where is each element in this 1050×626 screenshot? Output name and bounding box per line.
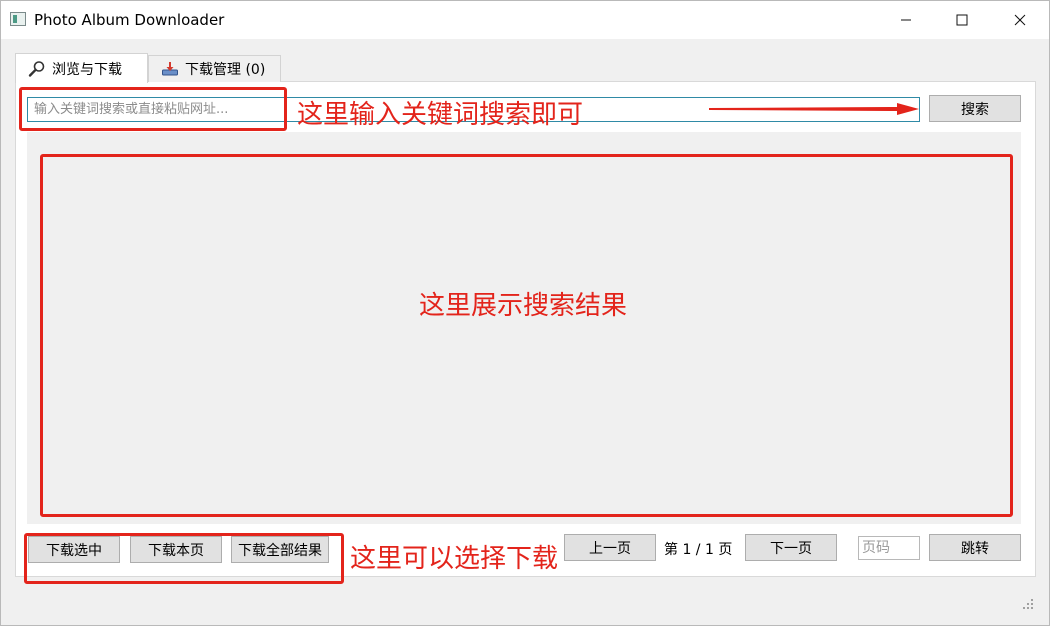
close-icon — [1014, 14, 1026, 26]
next-page-button[interactable]: 下一页 — [745, 534, 837, 561]
annotation-download-hint: 这里可以选择下载 — [350, 544, 559, 574]
minimize-button[interactable] — [877, 1, 935, 39]
annotation-box-search — [19, 87, 287, 131]
app-icon — [10, 12, 26, 26]
prev-page-button[interactable]: 上一页 — [564, 534, 656, 561]
page-number-input[interactable] — [858, 536, 920, 560]
search-button[interactable]: 搜索 — [929, 95, 1021, 122]
close-button[interactable] — [991, 1, 1049, 39]
annotation-arrow-icon — [709, 103, 919, 115]
annotation-search-hint: 这里输入关键词搜索即可 — [297, 100, 584, 130]
tab-browse-download[interactable]: 浏览与下载 — [15, 53, 148, 83]
maximize-icon — [956, 14, 968, 26]
window-title: Photo Album Downloader — [34, 11, 225, 29]
tab-label: 浏览与下载 — [52, 61, 122, 78]
page-indicator: 第 1 / 1 页 — [664, 542, 733, 558]
download-tray-icon — [162, 62, 178, 76]
minimize-icon — [901, 19, 911, 21]
title-bar: Photo Album Downloader — [1, 1, 1049, 39]
jump-button[interactable]: 跳转 — [929, 534, 1021, 561]
tab-label: 下载管理 (0) — [185, 62, 266, 78]
annotation-results-hint: 这里展示搜索结果 — [419, 291, 628, 321]
app-window: Photo Album Downloader 浏览与下载 下载管理 (0) 输入… — [0, 0, 1050, 626]
annotation-box-download — [24, 533, 344, 584]
resize-grip-icon[interactable] — [1021, 597, 1035, 611]
maximize-button[interactable] — [933, 1, 991, 39]
tab-download-manager[interactable]: 下载管理 (0) — [148, 55, 281, 82]
search-icon — [28, 60, 45, 77]
annotation-box-results — [40, 154, 1013, 517]
